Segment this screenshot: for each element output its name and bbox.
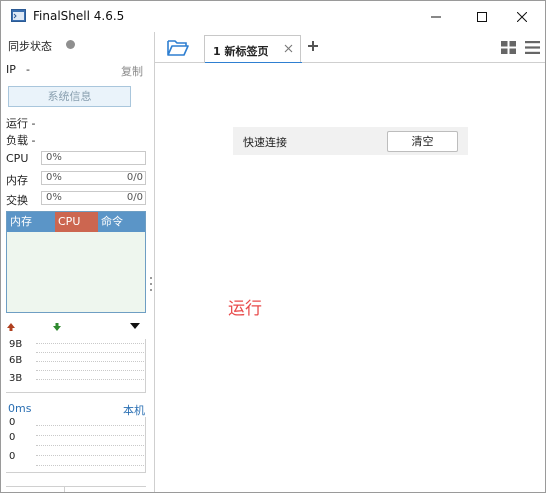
menu-icon[interactable] <box>525 41 540 54</box>
copy-ip-link[interactable]: 复制 <box>121 63 143 79</box>
network-chart: 9B 6B 3B <box>6 339 146 393</box>
network-tick: 9B <box>9 339 23 350</box>
swap-usage-bar: 0% 0/0 <box>41 191 146 205</box>
grid-line <box>36 370 144 371</box>
network-tick: 6B <box>9 355 23 366</box>
grid-line <box>36 379 144 380</box>
grid-line <box>36 425 144 426</box>
sync-status-indicator <box>66 40 75 49</box>
clear-button[interactable]: 清空 <box>387 131 458 152</box>
minimize-icon <box>431 16 441 17</box>
column-command[interactable]: 命令 <box>98 212 145 232</box>
window-title: FinalShell 4.6.5 <box>33 9 125 23</box>
maximize-icon <box>477 11 487 22</box>
uptime-label: 运行 - <box>6 117 36 130</box>
grid-line <box>36 455 144 456</box>
grid-line <box>36 435 144 436</box>
process-table-header: 内存 CPU 命令 <box>7 212 145 232</box>
finalshell-icon <box>11 9 26 22</box>
tab-bar: 1 新标签页 <box>155 32 545 64</box>
memory-usage-bar: 0% 0/0 <box>41 171 146 185</box>
system-info-button[interactable]: 系统信息 <box>8 86 131 107</box>
process-table[interactable]: 内存 CPU 命令 <box>6 211 146 313</box>
sidebar: 同步状态 IP - 复制 系统信息 运行 - 负载 - CPU 0% 内存 0%… <box>1 32 152 492</box>
grid-line <box>36 465 144 466</box>
ip-label: IP <box>6 63 16 76</box>
triangle-down-icon[interactable] <box>130 322 140 330</box>
close-icon[interactable] <box>284 44 293 53</box>
load-label: 负载 - <box>6 134 36 147</box>
latency-tick: 0 <box>9 451 16 462</box>
grid-line <box>36 445 144 446</box>
column-cpu[interactable]: CPU <box>55 212 98 232</box>
disk-table-header <box>6 486 146 492</box>
column-memory[interactable]: 内存 <box>7 212 55 232</box>
tab-new-tab[interactable]: 1 新标签页 <box>204 35 302 64</box>
arrow-down-icon <box>53 323 61 331</box>
latency-value: 0ms <box>8 402 32 415</box>
cpu-label: CPU <box>6 152 29 165</box>
grid-view-icon[interactable] <box>501 41 516 54</box>
title-bar: FinalShell 4.6.5 <box>1 1 545 32</box>
cpu-usage-value: 0% <box>46 152 62 163</box>
close-icon <box>517 11 527 22</box>
quick-connect-panel: 快速连接 清空 <box>233 127 468 155</box>
memory-label: 内存 <box>6 174 28 187</box>
arrow-up-icon <box>7 323 15 331</box>
swap-usage-amount: 0/0 <box>126 192 143 203</box>
memory-usage-amount: 0/0 <box>126 172 143 183</box>
network-tick: 3B <box>9 373 23 384</box>
panel-splitter-handle[interactable] <box>150 277 153 291</box>
ip-value: - <box>26 63 30 76</box>
cpu-usage-bar: 0% <box>41 151 146 165</box>
latency-host[interactable]: 本机 <box>123 402 145 418</box>
swap-usage-value: 0% <box>46 192 62 203</box>
tab-label: 1 新标签页 <box>213 45 269 58</box>
grid-line <box>36 352 144 353</box>
quick-connect-label: 快速连接 <box>243 136 287 149</box>
folder-open-icon[interactable] <box>167 39 189 56</box>
grid-line <box>36 343 144 344</box>
minimize-button[interactable] <box>413 1 459 32</box>
tab-content: 快速连接 清空 运行 <box>155 63 545 492</box>
swap-label: 交换 <box>6 194 28 207</box>
latency-tick: 0 <box>9 417 16 428</box>
sync-status-label: 同步状态 <box>8 40 52 53</box>
app-window: FinalShell 4.6.5 同步状态 IP - 复制 系统信息 运行 - … <box>0 0 546 493</box>
grid-line <box>36 361 144 362</box>
latency-chart: 0 0 0 <box>6 417 146 473</box>
memory-usage-value: 0% <box>46 172 62 183</box>
status-text: 运行 <box>228 299 262 319</box>
close-button[interactable] <box>499 1 545 32</box>
plus-icon[interactable] <box>307 40 319 52</box>
latency-tick: 0 <box>9 432 16 443</box>
